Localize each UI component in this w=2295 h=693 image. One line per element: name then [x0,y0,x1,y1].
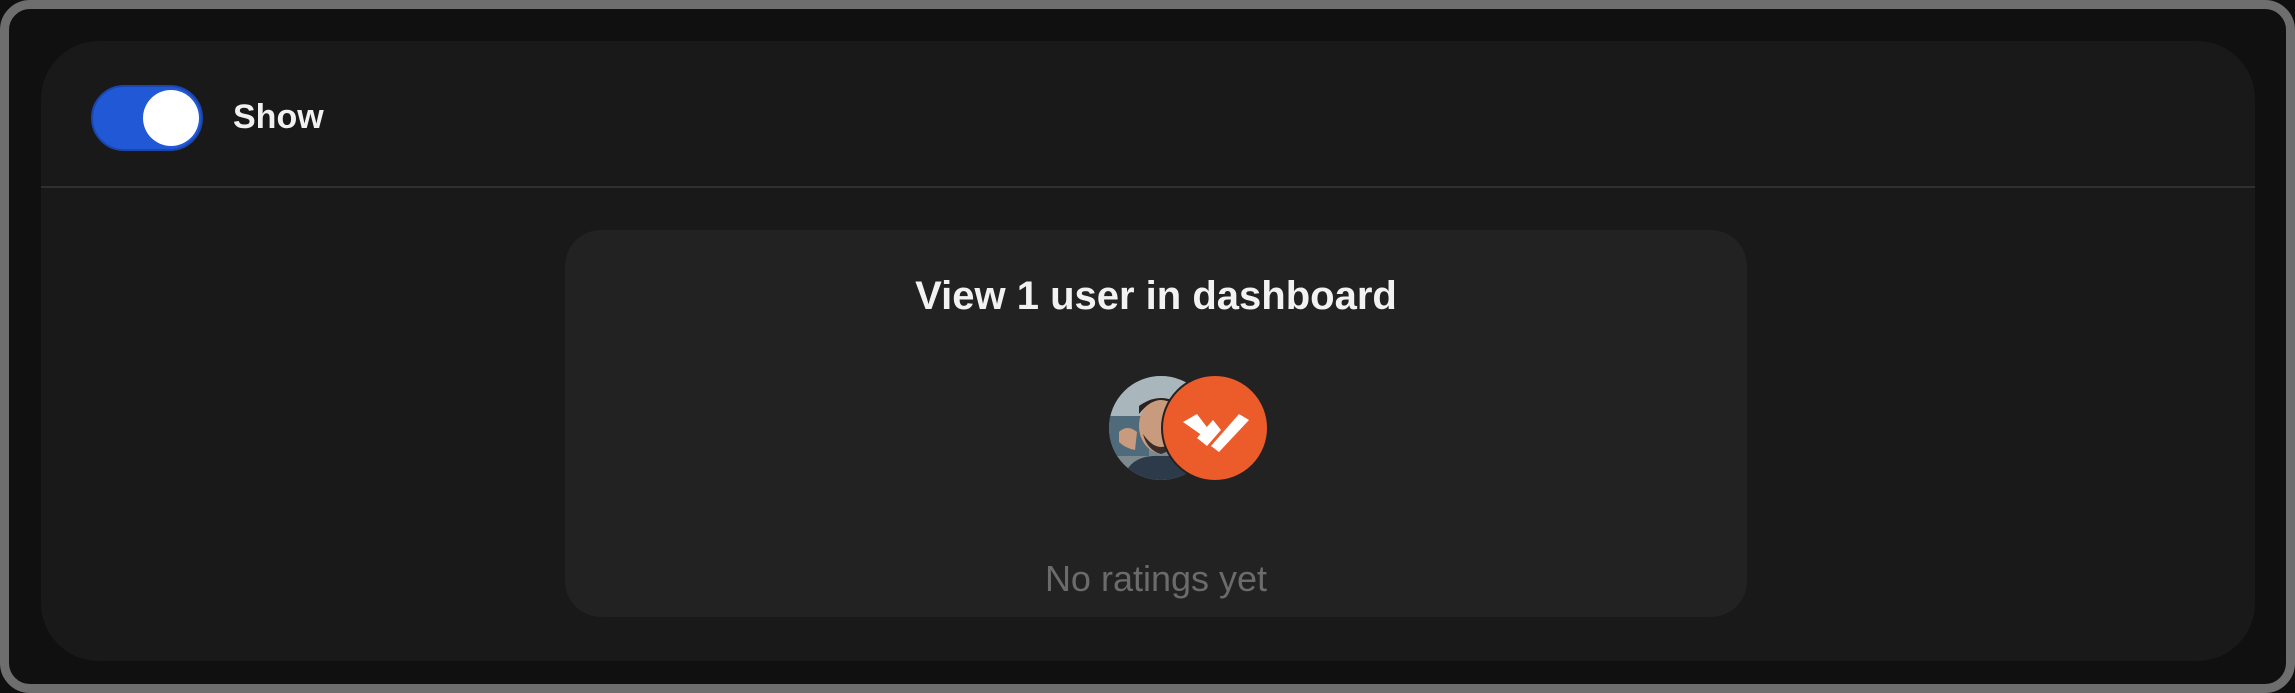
panel-header: Show [41,41,2255,188]
show-toggle[interactable] [91,85,203,151]
empty-ratings-text: No ratings yet [1044,558,1268,599]
brand-logo-icon [1161,374,1269,482]
settings-panel: Show View 1 user in dashboard No ratings… [41,41,2255,661]
toggle-knob [143,90,199,146]
toggle-label: Show [233,98,324,136]
window-frame: Show View 1 user in dashboard No ratings… [0,0,2295,693]
avatar-group [1109,374,1271,482]
dashboard-card[interactable]: View 1 user in dashboard No ratings yet [565,230,1747,617]
card-title: View 1 user in dashboard [915,274,1397,318]
